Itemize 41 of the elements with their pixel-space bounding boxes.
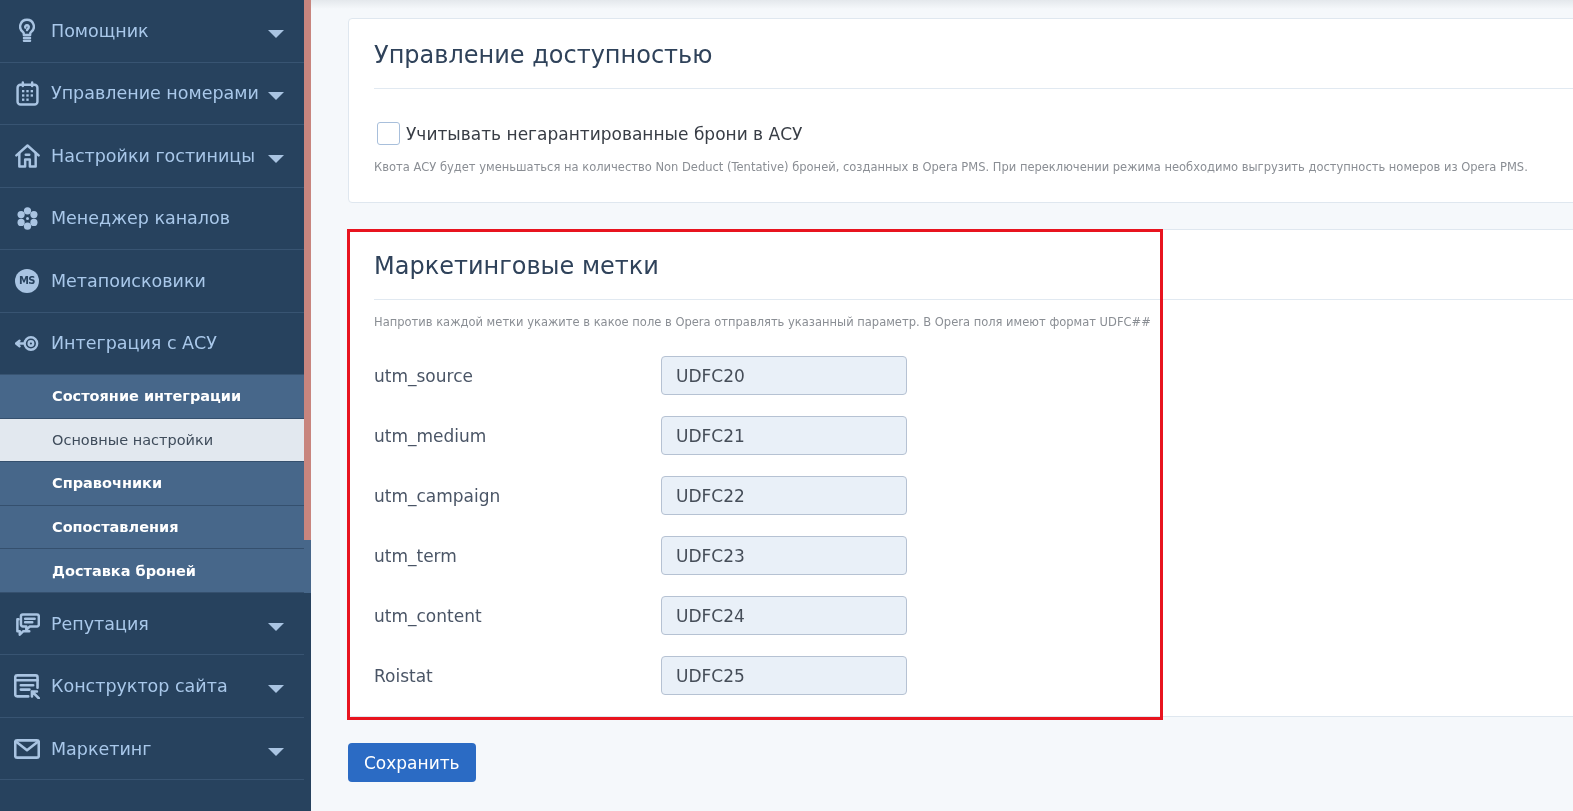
initials-badge: MS xyxy=(15,268,39,293)
input-field[interactable]: UDFC25 xyxy=(661,656,907,695)
field-label: utm_content xyxy=(374,605,483,626)
envelope-icon xyxy=(14,738,40,759)
circle-cluster-icon xyxy=(16,206,38,230)
submenu-item[interactable]: Состояние интеграции xyxy=(0,375,304,419)
chat-bubbles-icon xyxy=(14,611,40,636)
field-label: Roistat xyxy=(374,665,434,686)
field-label: utm_campaign xyxy=(374,485,502,506)
checkbox[interactable] xyxy=(377,122,400,145)
input-field[interactable]: UDFC23 xyxy=(661,536,907,575)
help-text: Квота АСУ будет уменьшаться на количество Non Deduct (Tentative) броней, созданных в Opera PMS. При переключении режима необходимо выгрузить доступность номеров из Opera PMS. xyxy=(374,159,1529,175)
sidebar-item[interactable]: Управление номерами xyxy=(0,62,304,125)
help-text: Напротив каждой метки укажите в какое поле в Opera отправлять указанный параметр. В Opera поля имеют формат UDFC## xyxy=(374,314,1152,330)
calendar-icon xyxy=(15,80,39,106)
input-field[interactable]: UDFC20 xyxy=(661,356,907,395)
target-arrow-icon xyxy=(14,335,40,351)
lightbulb-icon xyxy=(19,18,35,44)
submenu-item[interactable]: Справочники xyxy=(0,462,304,506)
field-label: utm_medium xyxy=(374,425,488,446)
scrollbar-thumb[interactable] xyxy=(304,0,311,540)
field-label: utm_term xyxy=(374,545,458,566)
field-label: utm_source xyxy=(374,365,474,386)
input-field[interactable]: UDFC22 xyxy=(661,476,907,515)
house-icon xyxy=(14,143,40,168)
section-title: Маркетинговые метки xyxy=(374,251,660,282)
submenu-item[interactable]: Основные настройки xyxy=(0,418,304,463)
sidebar-item[interactable]: Менеджер каналов xyxy=(0,187,304,250)
checkbox-label: Учитывать негарантированные брони в АСУ xyxy=(406,123,803,144)
sidebar-item[interactable]: Настройки гостиницы xyxy=(0,125,304,188)
input-field[interactable]: UDFC24 xyxy=(661,596,907,635)
sidebar-item[interactable]: Маркетинг xyxy=(0,717,304,781)
sidebar-item[interactable]: Конструктор сайта xyxy=(0,655,304,718)
section-title: Управление доступностью xyxy=(374,40,714,71)
sidebar-item[interactable]: Репутация xyxy=(0,592,304,656)
submenu-item[interactable]: Доставка броней xyxy=(0,549,304,593)
browser-cursor-icon xyxy=(14,673,40,699)
sidebar-item[interactable]: MS Метапоисковики xyxy=(0,250,304,313)
save-button[interactable]: Сохранить xyxy=(348,743,476,782)
input-field[interactable]: UDFC21 xyxy=(661,416,907,455)
submenu-item[interactable]: Сопоставления xyxy=(0,505,304,550)
